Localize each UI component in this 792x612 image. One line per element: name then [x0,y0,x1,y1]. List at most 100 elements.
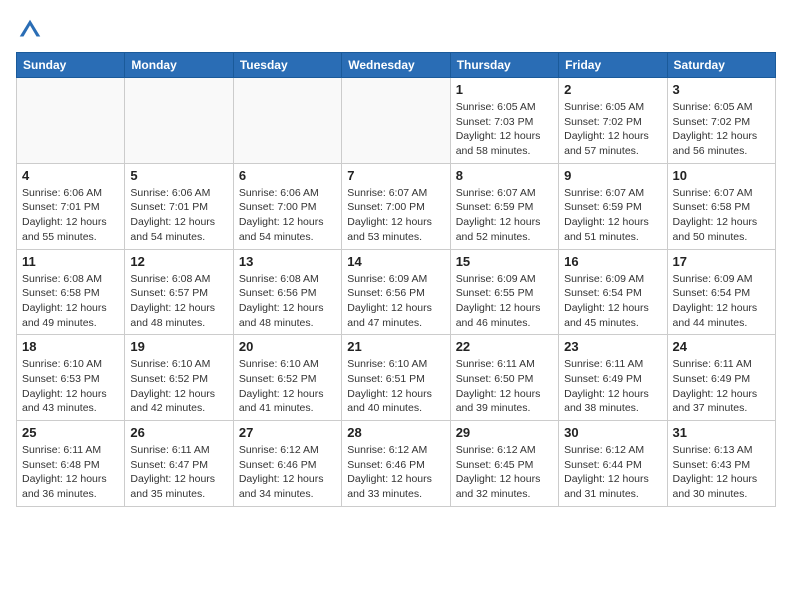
day-number: 22 [456,339,553,354]
day-cell: 1 Sunrise: 6:05 AMSunset: 7:03 PMDaylight… [450,78,558,164]
day-cell: 3 Sunrise: 6:05 AMSunset: 7:02 PMDaylight… [667,78,775,164]
day-cell [342,78,450,164]
day-number: 1 [456,82,553,97]
day-number: 9 [564,168,661,183]
day-info: Sunrise: 6:08 AMSunset: 6:58 PMDaylight:… [22,272,119,331]
day-number: 28 [347,425,444,440]
day-number: 14 [347,254,444,269]
day-number: 6 [239,168,336,183]
day-number: 17 [673,254,770,269]
day-cell: 30Sunrise: 6:12 AMSunset: 6:44 PMDayligh… [559,421,667,507]
day-info: Sunrise: 6:10 AMSunset: 6:52 PMDaylight:… [130,357,227,416]
day-info: Sunrise: 6:12 AMSunset: 6:46 PMDaylight:… [347,443,444,502]
weekday-saturday: Saturday [667,53,775,78]
day-info: Sunrise: 6:12 AMSunset: 6:44 PMDaylight:… [564,443,661,502]
day-cell: 7 Sunrise: 6:07 AMSunset: 7:00 PMDaylight… [342,163,450,249]
day-cell: 24Sunrise: 6:11 AMSunset: 6:49 PMDayligh… [667,335,775,421]
day-cell [17,78,125,164]
week-row-3: 11Sunrise: 6:08 AMSunset: 6:58 PMDayligh… [17,249,776,335]
day-info: Sunrise: 6:09 AMSunset: 6:54 PMDaylight:… [564,272,661,331]
day-cell: 20Sunrise: 6:10 AMSunset: 6:52 PMDayligh… [233,335,341,421]
day-number: 8 [456,168,553,183]
day-cell: 14 Sunrise: 6:09 AMSunset: 6:56 PMDayligh… [342,249,450,335]
day-number: 26 [130,425,227,440]
day-info: Sunrise: 6:07 AMSunset: 7:00 PMDaylight:… [347,186,444,245]
logo [16,16,48,44]
day-cell: 31 Sunrise: 6:13 AMSunset: 6:43 PMDayligh… [667,421,775,507]
day-cell: 8 Sunrise: 6:07 AMSunset: 6:59 PMDaylight… [450,163,558,249]
day-cell: 15Sunrise: 6:09 AMSunset: 6:55 PMDayligh… [450,249,558,335]
day-info: Sunrise: 6:07 AMSunset: 6:58 PMDaylight:… [673,186,770,245]
day-info: Sunrise: 6:07 AMSunset: 6:59 PMDaylight:… [456,186,553,245]
day-info: Sunrise: 6:05 AMSunset: 7:02 PMDaylight:… [673,100,770,159]
calendar-body: 1 Sunrise: 6:05 AMSunset: 7:03 PMDaylight… [17,78,776,507]
day-number: 19 [130,339,227,354]
day-number: 25 [22,425,119,440]
day-cell: 23 Sunrise: 6:11 AMSunset: 6:49 PMDayligh… [559,335,667,421]
weekday-monday: Monday [125,53,233,78]
day-cell: 10Sunrise: 6:07 AMSunset: 6:58 PMDayligh… [667,163,775,249]
day-number: 12 [130,254,227,269]
day-cell: 12 Sunrise: 6:08 AMSunset: 6:57 PMDayligh… [125,249,233,335]
day-cell: 6 Sunrise: 6:06 AMSunset: 7:00 PMDaylight… [233,163,341,249]
day-number: 13 [239,254,336,269]
weekday-sunday: Sunday [17,53,125,78]
week-row-1: 1 Sunrise: 6:05 AMSunset: 7:03 PMDaylight… [17,78,776,164]
day-info: Sunrise: 6:09 AMSunset: 6:54 PMDaylight:… [673,272,770,331]
day-number: 7 [347,168,444,183]
day-info: Sunrise: 6:05 AMSunset: 7:02 PMDaylight:… [564,100,661,159]
calendar-table: SundayMondayTuesdayWednesdayThursdayFrid… [16,52,776,507]
day-cell: 28 Sunrise: 6:12 AMSunset: 6:46 PMDayligh… [342,421,450,507]
day-number: 4 [22,168,119,183]
logo-icon [16,16,44,44]
weekday-header-row: SundayMondayTuesdayWednesdayThursdayFrid… [17,53,776,78]
day-info: Sunrise: 6:13 AMSunset: 6:43 PMDaylight:… [673,443,770,502]
day-cell: 19 Sunrise: 6:10 AMSunset: 6:52 PMDayligh… [125,335,233,421]
day-cell: 17 Sunrise: 6:09 AMSunset: 6:54 PMDayligh… [667,249,775,335]
day-cell: 11Sunrise: 6:08 AMSunset: 6:58 PMDayligh… [17,249,125,335]
day-number: 21 [347,339,444,354]
day-cell: 18Sunrise: 6:10 AMSunset: 6:53 PMDayligh… [17,335,125,421]
weekday-thursday: Thursday [450,53,558,78]
day-info: Sunrise: 6:11 AMSunset: 6:48 PMDaylight:… [22,443,119,502]
day-cell [125,78,233,164]
day-cell: 5 Sunrise: 6:06 AMSunset: 7:01 PMDaylight… [125,163,233,249]
day-number: 3 [673,82,770,97]
day-number: 2 [564,82,661,97]
day-info: Sunrise: 6:11 AMSunset: 6:49 PMDaylight:… [673,357,770,416]
day-info: Sunrise: 6:05 AMSunset: 7:03 PMDaylight:… [456,100,553,159]
day-cell: 13 Sunrise: 6:08 AMSunset: 6:56 PMDayligh… [233,249,341,335]
day-number: 31 [673,425,770,440]
page-header [16,16,776,44]
day-number: 23 [564,339,661,354]
day-cell: 2 Sunrise: 6:05 AMSunset: 7:02 PMDaylight… [559,78,667,164]
day-info: Sunrise: 6:09 AMSunset: 6:56 PMDaylight:… [347,272,444,331]
day-info: Sunrise: 6:06 AMSunset: 7:01 PMDaylight:… [22,186,119,245]
day-cell: 27 Sunrise: 6:12 AMSunset: 6:46 PMDayligh… [233,421,341,507]
day-number: 27 [239,425,336,440]
day-number: 29 [456,425,553,440]
day-cell: 9 Sunrise: 6:07 AMSunset: 6:59 PMDaylight… [559,163,667,249]
weekday-tuesday: Tuesday [233,53,341,78]
weekday-wednesday: Wednesday [342,53,450,78]
day-cell [233,78,341,164]
day-info: Sunrise: 6:06 AMSunset: 7:00 PMDaylight:… [239,186,336,245]
day-number: 18 [22,339,119,354]
day-info: Sunrise: 6:06 AMSunset: 7:01 PMDaylight:… [130,186,227,245]
day-cell: 29 Sunrise: 6:12 AMSunset: 6:45 PMDayligh… [450,421,558,507]
day-info: Sunrise: 6:07 AMSunset: 6:59 PMDaylight:… [564,186,661,245]
day-info: Sunrise: 6:12 AMSunset: 6:45 PMDaylight:… [456,443,553,502]
day-info: Sunrise: 6:12 AMSunset: 6:46 PMDaylight:… [239,443,336,502]
day-info: Sunrise: 6:08 AMSunset: 6:57 PMDaylight:… [130,272,227,331]
day-info: Sunrise: 6:11 AMSunset: 6:49 PMDaylight:… [564,357,661,416]
day-info: Sunrise: 6:11 AMSunset: 6:47 PMDaylight:… [130,443,227,502]
day-cell: 4 Sunrise: 6:06 AMSunset: 7:01 PMDaylight… [17,163,125,249]
day-number: 5 [130,168,227,183]
day-cell: 25 Sunrise: 6:11 AMSunset: 6:48 PMDayligh… [17,421,125,507]
day-number: 16 [564,254,661,269]
day-number: 15 [456,254,553,269]
day-info: Sunrise: 6:10 AMSunset: 6:51 PMDaylight:… [347,357,444,416]
day-cell: 26 Sunrise: 6:11 AMSunset: 6:47 PMDayligh… [125,421,233,507]
day-number: 20 [239,339,336,354]
day-info: Sunrise: 6:08 AMSunset: 6:56 PMDaylight:… [239,272,336,331]
